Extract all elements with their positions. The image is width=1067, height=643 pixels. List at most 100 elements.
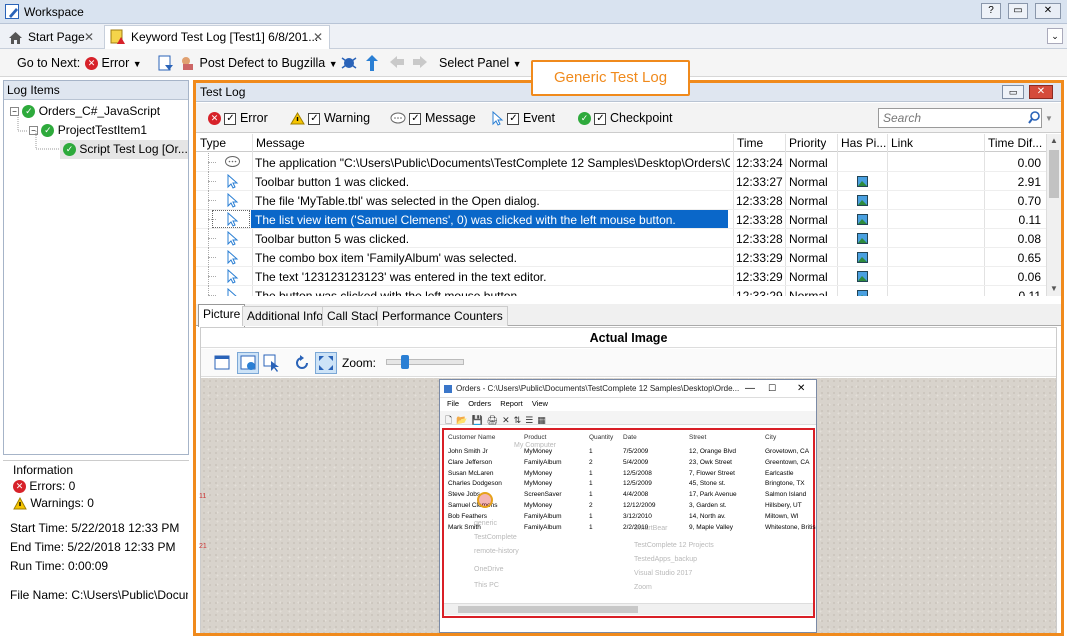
col-time-diff[interactable]: Time Dif... (988, 136, 1042, 150)
close-button[interactable]: ✕ (1035, 3, 1061, 19)
log-row[interactable]: The combo box item 'FamilyAlbum' was sel… (196, 248, 1046, 267)
log-time-diff: 0.11 (1018, 213, 1041, 227)
tab-start-page[interactable]: Start Page ✕ (2, 26, 100, 49)
bug-tracker-button[interactable] (340, 54, 358, 75)
filter-error-label: Error (239, 111, 268, 125)
tab-list-dropdown[interactable]: ⌄ (1047, 28, 1063, 44)
filter-warning-label: Warning (323, 111, 371, 125)
close-icon: ✕ (797, 383, 806, 394)
log-row[interactable]: Toolbar button 5 was clicked. 12:33:28 Nor… (196, 229, 1046, 248)
goto-next-label: Go to Next: (17, 56, 81, 70)
errors-count: ✕ Errors: 0 (13, 479, 76, 494)
go-to-parent-button[interactable] (364, 54, 380, 75)
filter-error[interactable]: ✕ ✓ Error (208, 111, 268, 126)
post-defect-button[interactable]: Post Defect to Bugzilla ▼ (180, 56, 338, 71)
log-row[interactable]: The text '123123123123' was entered in t… (196, 267, 1046, 286)
picture-icon[interactable] (857, 214, 868, 228)
tree-item-script-log[interactable]: ✓ Script Test Log [Or... (60, 140, 188, 159)
picture-icon[interactable] (857, 176, 868, 190)
back-button[interactable] (388, 54, 406, 73)
errors-text: Errors: 0 (29, 479, 76, 493)
log-grid-scrollbar[interactable]: ▲ ▼ (1046, 134, 1061, 296)
screenshot-menu: File Orders Report View (447, 399, 548, 408)
highlight-box: My Computer generic TestComplete remote-… (442, 428, 816, 618)
zoom-slider[interactable] (386, 355, 464, 369)
start-time: Start Time: 5/22/2018 12:33 PM (10, 521, 180, 535)
col-priority[interactable]: Priority (789, 136, 826, 150)
filter-warning-checkbox[interactable]: ✓ (308, 112, 321, 125)
search-dropdown-icon[interactable]: ▼ (1045, 114, 1053, 123)
filter-log-button[interactable] (157, 54, 175, 75)
search-input[interactable]: Search (878, 108, 1042, 128)
up-arrow-icon (366, 55, 378, 71)
tab-keyword-test-log[interactable]: Keyword Test Log [Test1] 6/8/201... ✕ (104, 25, 330, 49)
restore-button[interactable]: ▭ (1008, 3, 1028, 19)
log-row[interactable]: The file 'MyTable.tbl' was selected in t… (196, 191, 1046, 210)
select-panel-button[interactable]: Select Panel ▼ (439, 56, 522, 70)
show-expected-button[interactable] (211, 352, 233, 374)
help-button[interactable]: ? (981, 3, 1001, 19)
filter-event-checkbox[interactable]: ✓ (507, 112, 520, 125)
actual-image-icon (240, 355, 256, 370)
close-icon[interactable]: ✕ (313, 26, 323, 48)
filter-event[interactable]: ✓ Event (492, 111, 555, 126)
app-icon (444, 385, 452, 393)
fit-to-window-button[interactable] (315, 352, 337, 374)
document-tabs: Start Page ✕ Keyword Test Log [Test1] 6/… (0, 24, 1067, 49)
goto-error-button[interactable]: ✕ Error ▼ (85, 56, 142, 71)
screenshot-row: Steve Jobs ScreenSaver 1 4/4/2008 17, Park A… (448, 491, 807, 499)
filter-warning[interactable]: ✓ Warning (290, 111, 370, 125)
file-name: File Name: C:\Users\Public\Documen (10, 588, 188, 602)
log-time: 12:33:28 (736, 232, 783, 246)
log-message: The combo box item 'FamilyAlbum' was sel… (255, 251, 518, 265)
tab-performance-counters[interactable]: Performance Counters (377, 306, 508, 326)
log-time: 12:33:29 (736, 289, 783, 296)
warning-icon (13, 497, 27, 510)
close-icon[interactable]: ✕ (84, 26, 94, 48)
picture-icon[interactable] (857, 233, 868, 247)
click-marker (477, 492, 493, 508)
filter-checkpoint[interactable]: ✓ ✓ Checkpoint (578, 111, 673, 126)
panel-restore-button[interactable]: ▭ (1002, 85, 1024, 99)
picture-icon[interactable] (857, 271, 868, 285)
zoom-slider-thumb[interactable] (401, 355, 409, 369)
panel-close-button[interactable]: ✕ (1029, 85, 1053, 99)
scrollbar-thumb[interactable] (1049, 150, 1059, 198)
message-icon (224, 155, 241, 172)
picture-icon[interactable] (857, 252, 868, 266)
log-row[interactable]: Toolbar button 1 was clicked. 12:33:27 Nor… (196, 172, 1046, 191)
picture-icon[interactable] (857, 290, 868, 296)
filter-message[interactable]: ✓ Message (390, 111, 476, 125)
maximize-icon: ☐ (768, 383, 777, 393)
log-priority: Normal (789, 251, 828, 265)
rotate-button[interactable] (291, 352, 313, 374)
filter-message-checkbox[interactable]: ✓ (409, 112, 422, 125)
forward-button[interactable] (411, 54, 429, 73)
log-row[interactable]: The button was clicked with the left mou… (196, 286, 1046, 296)
filter-error-checkbox[interactable]: ✓ (224, 112, 237, 125)
chevron-down-icon: ▼ (328, 59, 338, 69)
log-time-diff: 0.70 (1017, 194, 1041, 208)
col-has-picture[interactable]: Has Pi... (841, 136, 886, 150)
screenshot-row: Samuel Clemens MyMoney 2 12/12/2009 3, Garde… (448, 502, 802, 509)
message-icon (390, 112, 406, 124)
compare-images-button[interactable] (261, 352, 283, 374)
log-row[interactable]: The application "C:\Users\Public\Documen… (196, 153, 1046, 172)
col-link[interactable]: Link (891, 136, 913, 150)
col-message[interactable]: Message (256, 136, 305, 150)
picture-icon[interactable] (857, 195, 868, 209)
chevron-down-icon: ▼ (512, 59, 522, 69)
detail-tabs: Picture Additional Info Call Stack Perfo… (196, 304, 1061, 327)
search-icon[interactable] (1028, 111, 1041, 127)
filter-checkpoint-checkbox[interactable]: ✓ (594, 112, 607, 125)
col-time[interactable]: Time (737, 136, 763, 150)
log-row[interactable]: The list view item ('Samuel Clemens', 0)… (196, 210, 1046, 229)
log-message: The button was clicked with the left mou… (255, 289, 521, 296)
log-filter-bar: ✕ ✓ Error ✓ Warning ✓ Message ✓ Event ✓ … (196, 103, 1061, 133)
log-time: 12:33:28 (736, 213, 783, 227)
col-type[interactable]: Type (200, 136, 226, 150)
show-actual-button[interactable] (237, 352, 259, 374)
tab-picture[interactable]: Picture (198, 304, 246, 327)
tab-additional-info[interactable]: Additional Info (242, 306, 329, 326)
captured-screenshot: Orders - C:\Users\Public\Documents\TestC… (439, 379, 817, 633)
